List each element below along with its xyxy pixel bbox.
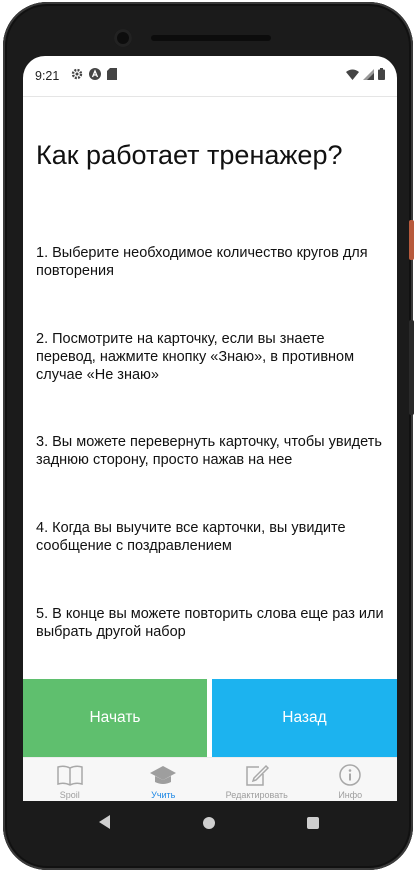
- instruction-step-4: 4. Когда вы выучите все карточки, вы уви…: [36, 520, 346, 554]
- system-nav-bar: [23, 801, 397, 845]
- tab-label: Инфо: [338, 790, 363, 800]
- tab-label: Spoil: [59, 790, 80, 800]
- instruction-step-3: 3. Вы можете перевернуть карточку, чтобы…: [36, 434, 382, 468]
- nav-back-icon[interactable]: [99, 815, 110, 829]
- signal-icon: [363, 68, 374, 80]
- tab-label: Редактировать: [225, 790, 288, 800]
- book-icon: [57, 765, 83, 786]
- instruction-step-5: 5. В конце вы можете повторить слова еще…: [36, 606, 384, 640]
- tab-edit[interactable]: Редактировать: [210, 758, 304, 801]
- status-divider: [23, 96, 397, 97]
- status-bar: 9:21: [23, 56, 397, 96]
- status-icons-left: [71, 68, 117, 80]
- start-button[interactable]: Начать: [23, 679, 207, 757]
- tab-learn[interactable]: Учить: [117, 758, 211, 801]
- graduation-cap-icon: [150, 766, 177, 784]
- instruction-step-2: 2. Посмотрите на карточку, если вы знает…: [36, 331, 355, 383]
- front-camera: [114, 29, 132, 47]
- page-title: Как работает тренажер?: [36, 140, 343, 170]
- tab-label: Учить: [151, 790, 176, 800]
- nav-home-icon[interactable]: [203, 817, 215, 829]
- edit-icon: [246, 764, 269, 786]
- earpiece-speaker: [151, 35, 271, 41]
- wifi-icon: [346, 69, 359, 80]
- sd-card-icon: [107, 68, 117, 80]
- status-icons-right: [346, 68, 385, 80]
- nav-recents-icon[interactable]: [307, 817, 319, 829]
- bottom-tab-bar: Spoil Учить Редактировать Инфо: [23, 757, 397, 801]
- volume-button: [409, 220, 414, 260]
- tab-info[interactable]: Инфо: [304, 758, 398, 801]
- gear-icon: [71, 68, 83, 80]
- battery-icon: [378, 68, 385, 80]
- a-badge-icon: [89, 68, 101, 80]
- tab-spoil[interactable]: Spoil: [23, 758, 117, 801]
- app-screen: 9:21 Как работает тренажер? 1. Выберите …: [23, 56, 397, 801]
- info-icon: [339, 764, 361, 786]
- instruction-step-1: 1. Выберите необходимое количество круго…: [36, 245, 368, 279]
- power-button: [409, 320, 414, 415]
- status-time: 9:21: [35, 69, 60, 83]
- back-button[interactable]: Назад: [212, 679, 397, 757]
